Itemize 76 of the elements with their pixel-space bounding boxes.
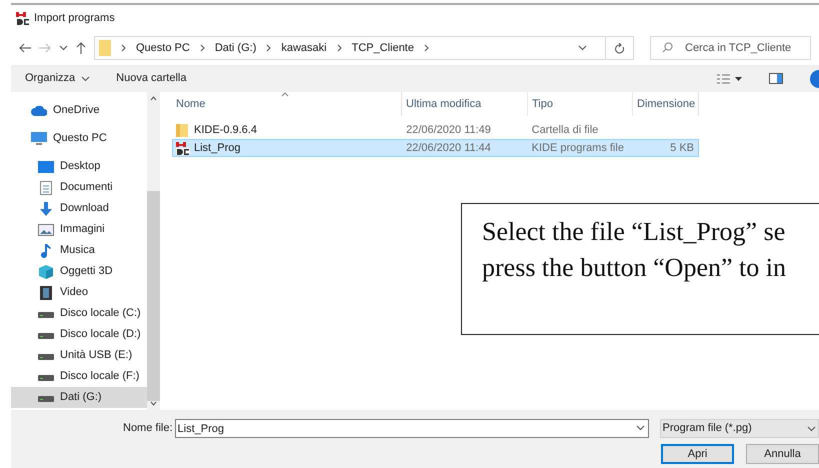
- breadcrumb-item[interactable]: kawasaki: [281, 40, 327, 56]
- file-type-dropdown[interactable]: Program file (*.pg): [660, 419, 819, 438]
- sidebar-item[interactable]: Oggetti 3D: [11, 261, 147, 282]
- breadcrumb-item[interactable]: Questo PC: [136, 40, 190, 56]
- music-note-icon: [40, 244, 52, 258]
- organize-menu[interactable]: Organizza: [25, 70, 90, 87]
- logo-icon: [176, 142, 190, 154]
- back-arrow-icon[interactable]: [19, 43, 31, 53]
- breadcrumb-item[interactable]: Dati (G:): [214, 40, 256, 56]
- download-arrow-icon: [39, 202, 53, 216]
- chevron-right-icon: [266, 44, 272, 52]
- up-arrow-icon[interactable]: [76, 42, 86, 54]
- search-field[interactable]: Cerca in TCP_Cliente: [650, 36, 811, 60]
- sidebar-item[interactable]: Questo PC: [11, 128, 147, 149]
- caret-icon: [81, 76, 90, 82]
- recent-locations-icon: [59, 45, 68, 51]
- file-name: List_Prog: [194, 140, 240, 156]
- document-icon: [40, 180, 52, 194]
- breadcrumb-item[interactable]: TCP_Cliente: [352, 40, 414, 56]
- file-size: 5 KB: [670, 142, 694, 154]
- file-row[interactable]: List_Prog 22/06/2020 11:44 KIDE programs file 5 KB: [172, 139, 699, 157]
- sidebar-item[interactable]: Video: [11, 282, 147, 303]
- sidebar-item[interactable]: Disco locale (D:): [11, 324, 147, 345]
- sidebar-item[interactable]: Disco locale (C:): [11, 303, 147, 324]
- sidebar-item[interactable]: Desktop: [11, 156, 147, 177]
- modified-date: 22/06/2020 11:49: [405, 122, 492, 138]
- column-header[interactable]: Dimensione: [633, 92, 699, 116]
- window-title: Import programs: [34, 10, 115, 26]
- scroll-down-icon[interactable]: [150, 401, 157, 406]
- sidebar-item[interactable]: Download: [11, 198, 147, 219]
- search-icon: [662, 42, 673, 53]
- file-row[interactable]: KIDE-0.9.6.4 22/06/2020 11:49 Cartella di file: [172, 121, 699, 139]
- filename-label: Nome file:: [123, 421, 173, 436]
- drive-icon: [38, 372, 54, 380]
- sidebar-item[interactable]: Unità USB (E:): [11, 345, 147, 366]
- file-name: KIDE-0.9.6.4: [194, 122, 257, 138]
- column-header[interactable]: Ultima modifica: [402, 92, 528, 116]
- drive-icon: [38, 330, 54, 338]
- sidebar-item[interactable]: Dati (G:): [11, 387, 147, 408]
- sidebar-item[interactable]: Disco locale (F:): [11, 366, 147, 387]
- filename-field[interactable]: List_Prog: [174, 419, 649, 438]
- chevron-right-icon: [336, 44, 342, 52]
- preview-pane-icon[interactable]: [769, 73, 783, 84]
- refresh-icon[interactable]: [614, 42, 624, 54]
- new-folder-button[interactable]: Nuova cartella: [116, 70, 186, 87]
- view-options-icon[interactable]: [717, 74, 743, 84]
- file-type: KIDE programs file: [530, 140, 625, 156]
- callout-text: Select the file “List_Prog” se: [482, 216, 786, 248]
- scroll-up-icon[interactable]: [150, 96, 157, 101]
- modified-date: 22/06/2020 11:44: [405, 140, 492, 156]
- chevron-right-icon: [424, 44, 429, 52]
- address-bar[interactable]: Questo PC Dati (G:) kawasaki TCP_Cliente: [94, 36, 634, 60]
- cancel-button[interactable]: Annulla: [746, 444, 819, 464]
- desktop-icon: [38, 160, 54, 172]
- chevron-right-icon: [121, 44, 126, 52]
- logo-icon: [16, 12, 30, 24]
- drive-icon: [38, 394, 54, 402]
- cloud-icon: [31, 106, 47, 116]
- drive-icon: [38, 352, 54, 360]
- sidebar-item[interactable]: Immagini: [11, 219, 147, 240]
- chevron-right-icon: [200, 44, 205, 52]
- sidebar-item[interactable]: Documenti: [11, 177, 147, 198]
- drive-icon: [38, 310, 54, 318]
- cube-icon: [39, 264, 53, 278]
- column-header[interactable]: Nome: [172, 92, 402, 116]
- film-icon: [40, 286, 52, 300]
- monitor-icon: [31, 132, 47, 146]
- column-header[interactable]: Tipo: [528, 92, 633, 116]
- folder-icon: [176, 123, 190, 137]
- sidebar-item[interactable]: OneDrive: [11, 100, 147, 121]
- open-button[interactable]: Apri: [661, 444, 734, 464]
- folder-icon: [99, 40, 111, 56]
- image-icon: [38, 224, 54, 236]
- sidebar-item[interactable]: Musica: [11, 240, 147, 261]
- callout-text: press the button “Open” to in: [482, 252, 786, 284]
- file-type: Cartella di file: [530, 122, 600, 138]
